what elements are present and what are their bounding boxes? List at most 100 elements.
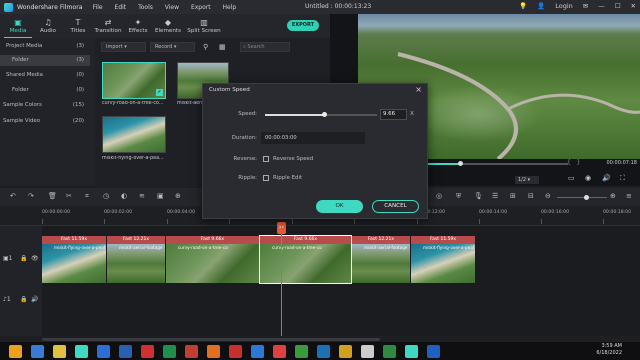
taskbar-app-icon[interactable] xyxy=(339,344,352,358)
reverse-speed-checkbox[interactable] xyxy=(263,156,269,162)
color-icon[interactable]: ◐ xyxy=(121,192,127,200)
tab-titles[interactable]: T Titles xyxy=(64,16,92,38)
minimize-icon[interactable]: — xyxy=(598,2,605,10)
folder-project-folder[interactable]: Folder (3) xyxy=(0,55,90,66)
tab-effects[interactable]: ✦ Effects xyxy=(124,16,152,38)
folder-shared-media[interactable]: Shared Media (0) xyxy=(0,70,90,81)
speed-input[interactable]: 9.66 xyxy=(380,109,407,120)
shield-icon[interactable]: ⛨ xyxy=(456,192,461,201)
timeline-clip[interactable]: Fast 11.59x miskit-flying-over-a-peaf xyxy=(42,236,106,283)
fullscreen-icon[interactable]: ⛶ xyxy=(620,174,625,183)
tab-split-screen[interactable]: ▥ Split Screen xyxy=(184,16,224,38)
taskbar-app-icon[interactable] xyxy=(273,344,286,358)
microphone-icon[interactable]: 🎙 xyxy=(474,192,483,200)
menu-tools[interactable]: Tools xyxy=(138,4,153,11)
close-icon[interactable]: × xyxy=(415,85,422,94)
timeline-clip[interactable]: Fast 12.21x miskit-aerial-footage xyxy=(352,236,410,283)
timeline-scrollbar[interactable] xyxy=(42,338,380,341)
menu-export[interactable]: Export xyxy=(191,4,211,11)
tab-audio[interactable]: ♫ Audio xyxy=(34,16,62,38)
bracket-markers[interactable]: { } xyxy=(567,159,580,166)
snapshot-icon[interactable]: ◉ xyxy=(585,174,591,182)
audio-mixer-icon[interactable]: ≋ xyxy=(139,192,145,200)
taskbar-app-icon[interactable] xyxy=(119,344,132,358)
tab-media[interactable]: ▣ Media xyxy=(4,16,32,38)
stabilize-icon[interactable]: ⊕ xyxy=(175,192,181,200)
close-icon[interactable]: ✕ xyxy=(631,2,636,10)
zoom-out-icon[interactable]: ⊖ xyxy=(545,192,551,200)
zoom-slider[interactable] xyxy=(557,197,607,198)
crop-icon[interactable]: ⌗ xyxy=(85,192,89,201)
import-dropdown[interactable]: Import ▾ xyxy=(101,42,146,52)
ripple-edit-checkbox[interactable] xyxy=(263,175,269,181)
snap-icon[interactable]: ⊞ xyxy=(510,192,516,200)
lock-icon[interactable]: 🔒 xyxy=(20,296,27,303)
taskbar-app-icon[interactable] xyxy=(251,344,264,358)
record-dropdown[interactable]: Record ▾ xyxy=(150,42,195,52)
playhead[interactable] xyxy=(281,222,282,336)
menu-edit[interactable]: Edit xyxy=(115,4,127,11)
quality-select[interactable]: 1/2 ▾ xyxy=(515,176,539,184)
eye-icon[interactable]: 👁 xyxy=(31,255,39,262)
login-link[interactable]: Login xyxy=(555,2,573,10)
undo-icon[interactable]: ↶ xyxy=(10,192,16,200)
taskbar-app-icon[interactable] xyxy=(207,344,220,358)
timeline-clip-selected[interactable]: Fast 9.66x curvy-road-on-a-tree-co xyxy=(259,235,352,284)
taskbar-app-icon[interactable] xyxy=(53,344,66,358)
cut-icon[interactable]: ✂ xyxy=(66,192,72,200)
timeline-clip[interactable]: Fast 12.21x miskit-aerial-footage xyxy=(107,236,165,283)
speed-icon[interactable]: ◷ xyxy=(103,192,109,200)
taskbar-app-icon[interactable] xyxy=(9,344,22,358)
taskbar-app-icon[interactable] xyxy=(317,344,330,358)
taskbar-app-icon[interactable] xyxy=(229,344,242,358)
render-icon[interactable]: ◎ xyxy=(436,192,442,200)
taskbar-app-icon[interactable] xyxy=(97,344,110,358)
taskbar-app-icon[interactable] xyxy=(185,344,198,358)
taskbar-app-icon[interactable] xyxy=(163,344,176,358)
zoom-slider-knob[interactable] xyxy=(584,195,589,200)
folder-sample-colors[interactable]: Sample Colors (15) xyxy=(0,100,90,111)
timeline-clip[interactable]: Fast 9.66x curvy-road-on-a-tree-co xyxy=(166,236,259,283)
menu-help[interactable]: Help xyxy=(223,4,237,11)
media-thumbnail-curvy-road[interactable]: ✓ xyxy=(102,62,166,99)
folder-project-media[interactable]: Project Media (3) xyxy=(0,41,90,52)
taskbar-app-icon[interactable] xyxy=(361,344,374,358)
lock-icon[interactable]: 🔒 xyxy=(20,255,27,262)
menu-view[interactable]: View xyxy=(165,4,179,11)
export-button[interactable]: EXPORT xyxy=(287,20,319,31)
search-input[interactable]: ⌕ Search xyxy=(240,42,290,52)
timeline-clip[interactable]: Fast 11.59x miskit-flying-over-a-peaf xyxy=(411,236,475,283)
account-icon[interactable]: 👤 xyxy=(537,2,545,10)
folder-shared-folder[interactable]: Folder (0) xyxy=(0,85,90,96)
redo-icon[interactable]: ↷ xyxy=(28,192,34,200)
folder-sample-video[interactable]: Sample Video (20) xyxy=(0,116,90,127)
monitor-icon[interactable]: ▭ xyxy=(568,174,575,182)
tab-transition[interactable]: ⇄ Transition xyxy=(94,16,122,38)
preview-progress-bar[interactable] xyxy=(426,161,568,166)
voiceover-icon[interactable]: ☰ xyxy=(492,192,498,200)
taskbar-app-icon[interactable] xyxy=(427,344,440,358)
ok-button[interactable]: OK xyxy=(316,200,363,213)
filter-icon[interactable]: ⚲ xyxy=(203,43,208,51)
bulb-icon[interactable]: 💡 xyxy=(519,2,527,10)
marker-icon[interactable]: ⊟ xyxy=(528,192,534,200)
system-clock[interactable]: 3:59 AM 6/18/2022 xyxy=(596,343,622,357)
taskbar-app-icon[interactable] xyxy=(141,344,154,358)
duration-field[interactable]: 00:00:03:00 xyxy=(261,132,365,144)
menu-file[interactable]: File xyxy=(93,4,103,11)
taskbar-app-icon[interactable] xyxy=(295,344,308,358)
media-thumbnail-flying-over[interactable] xyxy=(102,116,166,153)
zoom-in-icon[interactable]: ⊕ xyxy=(610,192,616,200)
preview-progress-knob[interactable] xyxy=(457,161,463,166)
maximize-icon[interactable]: ☐ xyxy=(615,2,621,10)
tab-elements[interactable]: ◆ Elements xyxy=(154,16,182,38)
green-screen-icon[interactable]: ▣ xyxy=(157,192,164,200)
volume-icon[interactable]: 🔊 xyxy=(602,174,611,182)
cancel-button[interactable]: CANCEL xyxy=(372,200,419,213)
taskbar-app-icon[interactable] xyxy=(383,344,396,358)
mail-icon[interactable]: ✉ xyxy=(583,2,588,10)
speaker-icon[interactable]: 🔊 xyxy=(31,296,38,303)
grid-view-icon[interactable]: ▦ xyxy=(219,43,226,51)
taskbar-app-icon[interactable] xyxy=(31,344,44,358)
speed-slider[interactable] xyxy=(265,112,377,117)
